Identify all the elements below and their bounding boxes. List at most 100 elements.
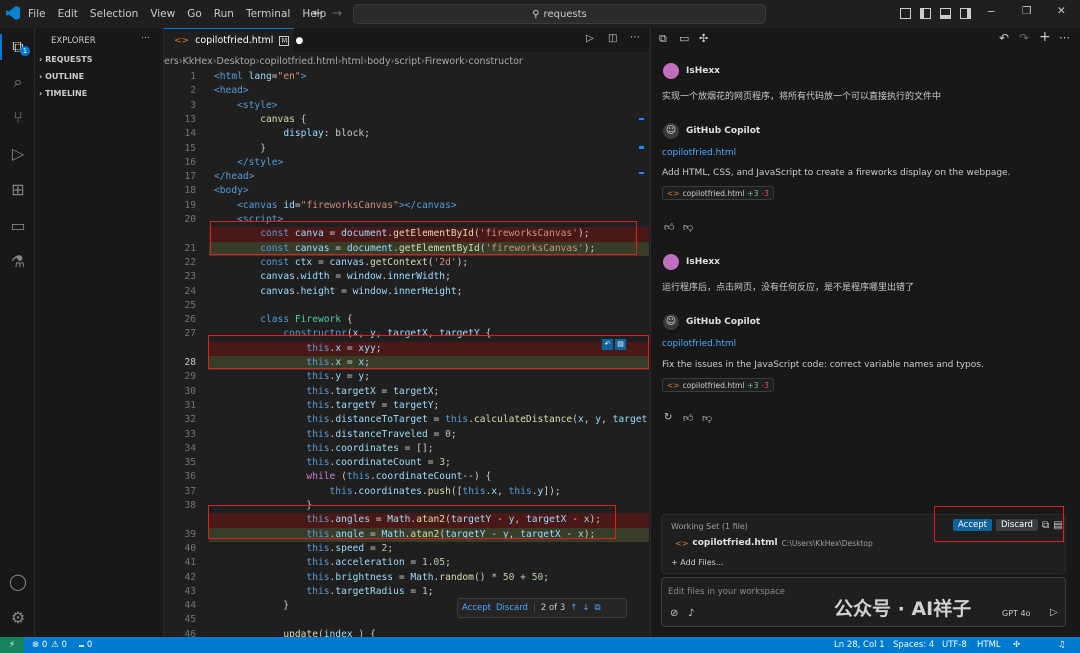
remote-indicator[interactable]: ⚡ (0, 637, 24, 653)
code-line[interactable]: this.coordinateCount = 3; (214, 456, 450, 470)
code-line[interactable]: } (214, 599, 289, 613)
attach-icon[interactable]: ⊘ (670, 608, 678, 619)
cursor-position[interactable]: Ln 28, Col 1 (834, 640, 885, 650)
warnings-indicator[interactable]: ⚠ 0 (51, 640, 67, 650)
copilot-status-icon[interactable]: ✣ (1013, 640, 1020, 650)
code-line[interactable]: this.acceleration = 1.05; (214, 556, 450, 570)
breadcrumb-item[interactable]: script (394, 56, 420, 67)
code-line[interactable]: <style> (214, 99, 277, 113)
more-actions-icon[interactable]: ⋯ (141, 33, 150, 43)
code-line[interactable]: this.targetY = targetY; (214, 399, 439, 413)
section-outline[interactable]: › OUTLINE (39, 72, 84, 81)
arrow-up-icon[interactable]: ↑ (570, 603, 577, 613)
code-line[interactable]: <canvas id="fireworksCanvas"></canvas> (214, 199, 457, 213)
restore-icon[interactable]: ❐ (1022, 5, 1031, 17)
errors-indicator[interactable]: ⊗ 0 (32, 640, 47, 650)
ports-indicator[interactable]: ⑉ 0 (79, 640, 92, 650)
code-line[interactable]: display: block; (214, 127, 370, 141)
new-chat-icon[interactable]: + (1039, 29, 1051, 45)
source-control-icon[interactable]: ⑂ (8, 108, 28, 128)
code-line[interactable]: this.coordinates.push([this.x, this.y]); (214, 485, 561, 499)
breadcrumb-item[interactable]: constructor (468, 56, 522, 67)
thumbs-up-icon[interactable]: 👍︎ (664, 221, 674, 233)
breadcrumb-item[interactable]: body (367, 56, 391, 67)
changed-file-chip[interactable]: <> copilotfried.html +3 -3 (662, 378, 774, 392)
working-set-file[interactable]: <> copilotfried.html C:\Users\KkHex\Desk… (675, 538, 873, 548)
testing-icon[interactable]: ⚗ (8, 252, 28, 272)
inline-accept-button[interactable]: Accept (462, 603, 491, 613)
toggle-sidebar-icon[interactable] (920, 8, 931, 19)
chat-more-icon[interactable]: ⋯ (1059, 31, 1070, 44)
section-timeline[interactable]: › TIMELINE (39, 89, 87, 98)
notifications-icon[interactable]: ♫ (1058, 640, 1066, 650)
menu-item-file[interactable]: File (22, 8, 52, 20)
search-icon[interactable]: ⌕ (8, 72, 28, 92)
menu-item-go[interactable]: Go (181, 8, 208, 20)
settings-gear-icon[interactable]: ⚙ (8, 608, 28, 628)
copilot-icon[interactable]: ✣ (699, 32, 708, 45)
remote-explorer-icon[interactable]: ▭ (8, 216, 28, 236)
code-line[interactable]: class Firework { (214, 313, 352, 327)
code-line[interactable]: <head> (214, 84, 249, 98)
breadcrumb-item[interactable]: ers (164, 56, 179, 67)
code-line[interactable]: this.targetX = targetX; (214, 385, 439, 399)
run-debug-icon[interactable]: ▷ (8, 144, 28, 164)
run-icon[interactable]: ▷ (586, 33, 594, 44)
chat-history-icon[interactable]: ▭ (679, 32, 689, 45)
breadcrumb-item[interactable]: Firework (425, 56, 465, 67)
changed-file-chip[interactable]: <> copilotfried.html +3 -3 (662, 186, 774, 200)
menu-item-view[interactable]: View (144, 8, 181, 20)
redo-icon[interactable]: ↷ (1019, 31, 1029, 45)
open-diff-icon[interactable]: ⧉ (595, 603, 601, 613)
save-icon[interactable]: ▤ (1053, 520, 1062, 531)
inline-discard-button[interactable]: Discard (496, 603, 528, 613)
view-all-edits-icon[interactable]: ⧉ (1042, 520, 1049, 531)
menu-item-selection[interactable]: Selection (84, 8, 144, 20)
code-line[interactable]: this.brightness = Math.random() * 50 + 5… (214, 571, 549, 585)
code-line[interactable]: const ctx = canvas.getContext('2d'); (214, 256, 468, 270)
chat-edits-icon[interactable]: ⧉ (659, 32, 667, 46)
code-line[interactable]: this.coordinates = []; (214, 442, 433, 456)
code-line[interactable]: this.speed = 2; (214, 542, 393, 556)
mic-icon[interactable]: ♪ (688, 608, 694, 619)
code-line[interactable]: </style> (214, 156, 283, 170)
code-line[interactable]: this.y = y; (214, 370, 370, 384)
toggle-panel-icon[interactable] (940, 8, 951, 19)
accept-all-button[interactable]: Accept (953, 519, 992, 531)
breadcrumb-item[interactable]: Desktop (217, 56, 256, 67)
nav-back-icon[interactable]: ← (313, 6, 323, 20)
code-line[interactable]: } (214, 142, 266, 156)
code-line[interactable]: canvas.width = window.innerWidth; (214, 270, 451, 284)
minimize-icon[interactable]: ─ (988, 6, 994, 18)
menu-item-run[interactable]: Run (208, 8, 240, 20)
indentation[interactable]: Spaces: 4 (893, 640, 934, 650)
add-files-button[interactable]: + Add Files... (671, 558, 723, 567)
unsaved-dot-icon[interactable]: ● (295, 36, 303, 46)
extensions-icon[interactable]: ⊞ (8, 180, 28, 200)
code-line[interactable]: while (this.coordinateCount--) { (214, 470, 491, 484)
thumbs-down-icon[interactable]: 👎︎ (683, 221, 693, 233)
arrow-down-icon[interactable]: ↓ (582, 603, 589, 613)
account-icon[interactable]: ◯ (8, 572, 28, 592)
code-line[interactable]: <html lang="en"> (214, 70, 306, 84)
menu-item-edit[interactable]: Edit (52, 8, 84, 20)
discard-all-button[interactable]: Discard (995, 519, 1038, 531)
undo-icon[interactable]: ↶ (999, 31, 1009, 45)
close-icon[interactable]: ✕ (1057, 5, 1066, 17)
menu-item-terminal[interactable]: Terminal (240, 8, 296, 20)
code-line[interactable]: this.targetRadius = 1; (214, 585, 433, 599)
editor-more-icon[interactable]: ⋯ (630, 32, 640, 43)
breadcrumb-item[interactable]: copilotfried.html (260, 56, 338, 67)
file-link[interactable]: copilotfried.html (662, 148, 736, 158)
code-line[interactable]: canvas.height = window.innerHeight; (214, 285, 462, 299)
language-mode[interactable]: HTML (977, 640, 1001, 650)
customize-layout-icon[interactable] (900, 8, 911, 19)
retry-icon[interactable]: ↻ (664, 412, 672, 423)
thumbs-up-icon[interactable]: 👍︎ (683, 412, 693, 424)
code-line[interactable]: <body> (214, 184, 249, 198)
code-line[interactable]: </head> (214, 170, 254, 184)
code-line[interactable]: this.distanceTraveled = 0; (214, 428, 456, 442)
split-editor-icon[interactable]: ◫ (608, 33, 617, 44)
file-link[interactable]: copilotfried.html (662, 339, 736, 349)
toggle-secondary-sidebar-icon[interactable] (960, 8, 971, 19)
